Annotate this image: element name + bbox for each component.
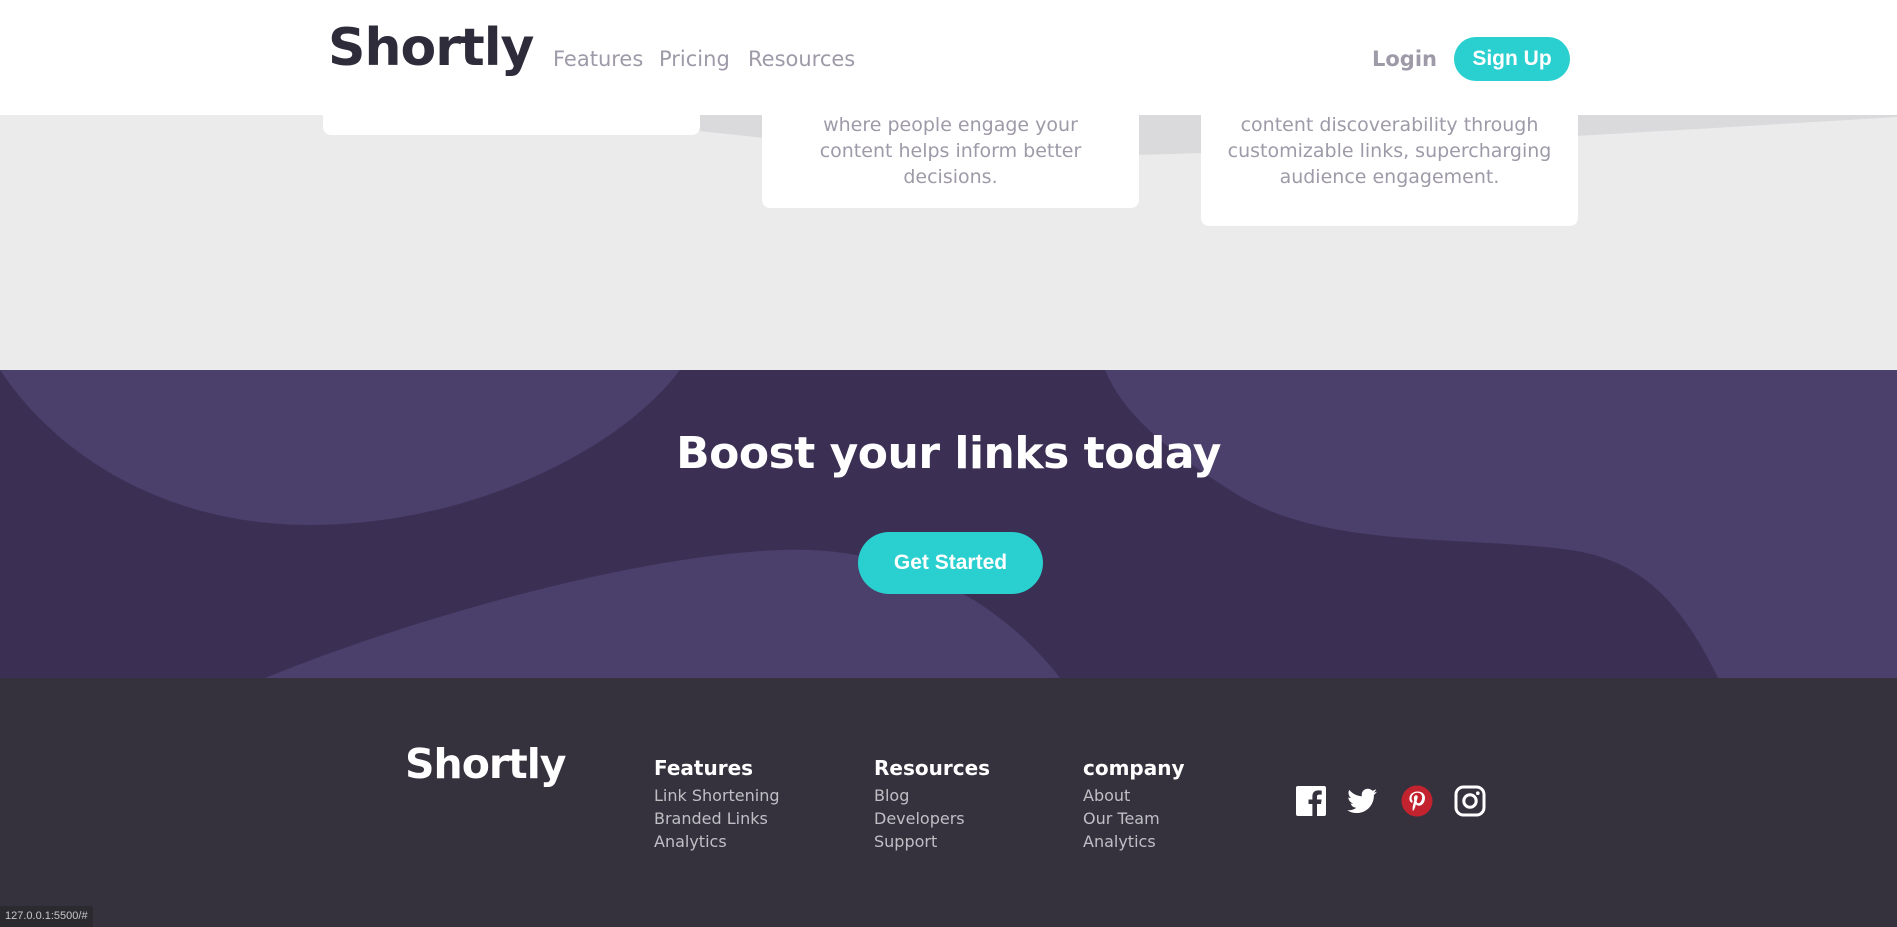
stats-section: where people engage your content helps i…	[0, 115, 1897, 370]
stat-card-right-line-1: content discoverability through	[1240, 115, 1539, 136]
footer-link-analytics-company[interactable]: Analytics	[1083, 830, 1185, 853]
stat-card-middle-line-2: content helps inform better	[819, 140, 1082, 162]
pinterest-icon[interactable]	[1401, 785, 1433, 817]
footer-column-features: Features Link Shortening Branded Links A…	[654, 756, 780, 853]
instagram-icon[interactable]	[1454, 785, 1486, 817]
header-logo[interactable]: Shortly	[328, 18, 534, 78]
footer-column-title: company	[1083, 756, 1185, 780]
footer-link-our-team[interactable]: Our Team	[1083, 807, 1185, 830]
footer-link-link-shortening[interactable]: Link Shortening	[654, 784, 780, 807]
signup-button[interactable]: Sign Up	[1454, 37, 1570, 81]
footer-link-developers[interactable]: Developers	[874, 807, 990, 830]
stat-card-left	[323, 115, 700, 135]
site-footer: Shortly Features Link Shortening Branded…	[0, 678, 1897, 927]
nav-features[interactable]: Features	[553, 47, 643, 71]
boost-section: Boost your links today Get Started	[0, 370, 1897, 678]
footer-logo[interactable]: Shortly	[405, 740, 566, 788]
boost-title: Boost your links today	[676, 428, 1221, 479]
footer-link-branded-links[interactable]: Branded Links	[654, 807, 780, 830]
nav-resources[interactable]: Resources	[748, 47, 855, 71]
footer-link-blog[interactable]: Blog	[874, 784, 990, 807]
site-header: Shortly Features Pricing Resources Login…	[0, 0, 1897, 115]
browser-status-url: 127.0.0.1:5500/#	[0, 906, 93, 927]
footer-column-resources: Resources Blog Developers Support	[874, 756, 990, 853]
footer-link-support[interactable]: Support	[874, 830, 990, 853]
footer-link-about[interactable]: About	[1083, 784, 1185, 807]
get-started-button[interactable]: Get Started	[858, 532, 1043, 594]
stat-card-right: content discoverability through customiz…	[1201, 115, 1578, 226]
footer-column-company: company About Our Team Analytics	[1083, 756, 1185, 853]
stat-card-middle-text: where people engage your content helps i…	[762, 115, 1139, 190]
stat-card-right-line-2: customizable links, supercharging	[1227, 140, 1552, 162]
footer-link-analytics[interactable]: Analytics	[654, 830, 780, 853]
boost-background-waves	[0, 370, 1897, 678]
stat-card-right-line-3: audience engagement.	[1279, 166, 1500, 188]
nav-pricing[interactable]: Pricing	[659, 47, 730, 71]
stat-card-middle: where people engage your content helps i…	[762, 115, 1139, 208]
stat-card-middle-line-3: decisions.	[903, 166, 998, 188]
footer-column-title: Features	[654, 756, 754, 780]
footer-column-title: Resources	[874, 756, 991, 780]
stat-card-right-text: content discoverability through customiz…	[1201, 115, 1578, 190]
login-link[interactable]: Login	[1372, 47, 1437, 71]
twitter-icon[interactable]	[1346, 785, 1378, 817]
facebook-icon[interactable]	[1295, 785, 1327, 817]
stat-card-middle-line-1: where people engage your	[823, 115, 1078, 136]
